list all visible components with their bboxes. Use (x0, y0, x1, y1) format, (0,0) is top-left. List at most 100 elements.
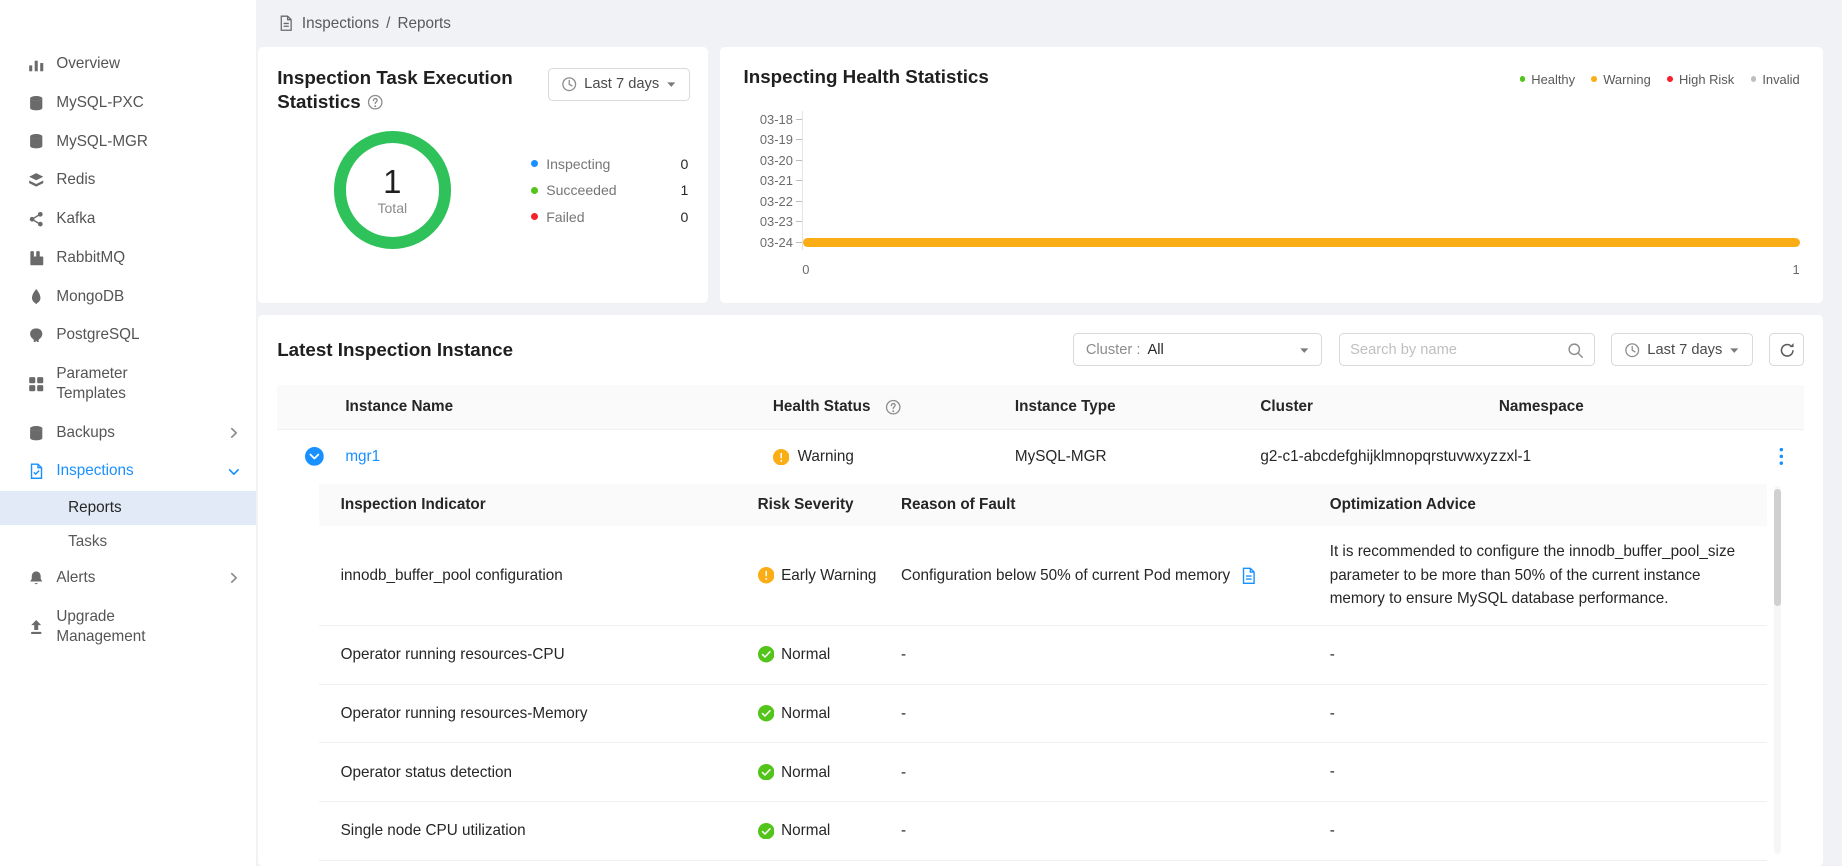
detail-row: innodb_buffer_pool configuration Early W… (319, 526, 1766, 626)
y-tick-label: 03-24 (744, 235, 793, 250)
bar-row: 03-18 (744, 109, 1800, 130)
instance-type-cell: MySQL-MGR (1015, 448, 1261, 465)
legend-item-high-risk: High Risk (1667, 72, 1734, 87)
x-tick-label: 0 (802, 262, 809, 277)
row-actions-menu[interactable] (1779, 447, 1784, 466)
cluster-filter-label: Cluster : (1086, 342, 1141, 358)
normal-status-icon (758, 764, 774, 780)
sidebar-item-label: MySQL-PXC (56, 93, 143, 113)
sidebar: Overview MySQL-PXC MySQL-MGR Redis Kafka… (0, 0, 256, 866)
sidebar-item-overview[interactable]: Overview (0, 45, 256, 84)
table-row[interactable]: mgr1 Warning MySQL-MGR g2-c1-abcdefghijk… (277, 430, 1804, 484)
card-title: Latest Inspection Instance (277, 339, 1056, 361)
reason-cell: - (901, 705, 1330, 722)
donut-legend: Inspecting 0 Succeeded 1 Failed 0 (531, 156, 688, 225)
breadcrumb-page: Reports (397, 15, 450, 32)
sidebar-item-backups[interactable]: Backups (0, 413, 256, 452)
health-stats-card: Inspecting Health Statistics Healthy War… (720, 47, 1823, 303)
indicator-cell: Operator status detection (319, 764, 757, 781)
advice-cell: It is recommended to configure the innod… (1330, 540, 1767, 611)
search-icon[interactable] (1567, 342, 1583, 358)
report-doc-icon[interactable] (1240, 567, 1258, 585)
advice-cell: - (1330, 643, 1767, 667)
y-tick-label: 03-20 (744, 153, 793, 168)
instance-link[interactable]: mgr1 (345, 448, 380, 465)
breadcrumb-section[interactable]: Inspections (302, 15, 379, 32)
detail-row: Operator running resources-CPU Normal - … (319, 626, 1766, 685)
severity-cell: Normal (758, 764, 901, 781)
task-stats-card: Inspection Task Execution Statistics Las… (258, 47, 708, 303)
sidebar-item-mysql-pxc[interactable]: MySQL-PXC (0, 83, 256, 122)
sidebar-item-label: Backups (56, 423, 115, 443)
app-window: Overview MySQL-PXC MySQL-MGR Redis Kafka… (0, 0, 1842, 866)
health-status-text: Warning (798, 448, 854, 465)
sidebar-item-mongodb[interactable]: MongoDB (0, 277, 256, 316)
sidebar-item-label: Parameter Templates (56, 364, 169, 404)
help-icon[interactable] (885, 399, 901, 415)
indicator-cell: Operator running resources-Memory (319, 705, 757, 722)
sidebar-item-label: PostgreSQL (56, 325, 139, 345)
date-range-select[interactable]: Last 7 days (1611, 333, 1753, 366)
chevron-right-icon (228, 572, 240, 584)
sidebar-item-postgresql[interactable]: PostgreSQL (0, 316, 256, 355)
y-tick-label: 03-18 (744, 112, 793, 127)
reason-cell: Configuration below 50% of current Pod m… (901, 567, 1330, 585)
breadcrumb: Inspections / Reports (258, 0, 1823, 47)
refresh-button[interactable] (1769, 333, 1804, 366)
sidebar-item-label: Kafka (56, 209, 95, 229)
sidebar-item-label: Reports (68, 499, 121, 516)
sidebar-item-alerts[interactable]: Alerts (0, 559, 256, 598)
help-icon[interactable] (367, 94, 383, 110)
redis-icon (28, 172, 44, 188)
sidebar-item-upgrade-management[interactable]: Upgrade Management (0, 598, 256, 657)
sidebar-item-label: Inspections (56, 461, 133, 481)
search-input[interactable] (1350, 342, 1559, 358)
sidebar-item-label: MongoDB (56, 287, 124, 307)
scrollbar-thumb[interactable] (1774, 489, 1781, 606)
x-axis: 0 1 (744, 262, 1800, 277)
date-range-select[interactable]: Last 7 days (548, 68, 690, 101)
indicator-cell: Operator running resources-CPU (319, 646, 757, 663)
mysql-icon (28, 95, 44, 111)
legend-dot (1667, 76, 1673, 82)
sidebar-item-redis[interactable]: Redis (0, 161, 256, 200)
severity-cell: Normal (758, 822, 901, 839)
col-header-instance-name: Instance Name (329, 398, 773, 415)
detail-table-header: Inspection Indicator Risk Severity Reaso… (319, 484, 1766, 526)
donut-chart: 1 Total (334, 131, 451, 248)
detail-row: Operator status detection Normal - - (319, 743, 1766, 802)
sidebar-item-tasks[interactable]: Tasks (0, 525, 256, 559)
detail-row: Operator running resources-Memory Normal… (319, 685, 1766, 744)
bar (803, 238, 1799, 247)
sidebar-item-reports[interactable]: Reports (0, 491, 256, 525)
sidebar-item-mysql-mgr[interactable]: MySQL-MGR (0, 122, 256, 161)
date-range-label: Last 7 days (1647, 342, 1722, 358)
sidebar-item-parameter-templates[interactable]: Parameter Templates (0, 355, 256, 414)
severity-cell: Normal (758, 646, 901, 663)
sidebar-item-inspections[interactable]: Inspections (0, 452, 256, 491)
table-header: Instance Name Health Status Instance Typ… (277, 385, 1804, 430)
bar-row: 03-22 (744, 191, 1800, 212)
kafka-icon (28, 211, 44, 227)
sidebar-item-rabbitmq[interactable]: RabbitMQ (0, 238, 256, 277)
sidebar-item-kafka[interactable]: Kafka (0, 200, 256, 239)
bar-row: 03-20 (744, 150, 1800, 171)
detail-scrollbar[interactable] (1774, 486, 1781, 854)
col-header-instance-type: Instance Type (1015, 398, 1261, 415)
card-title: Inspection Task Execution Statistics (277, 66, 528, 115)
sidebar-item-label: Tasks (68, 533, 107, 550)
early-warning-icon (758, 567, 774, 583)
bar-row: 03-24 (744, 232, 1800, 253)
collapse-row-icon[interactable] (305, 447, 324, 466)
normal-status-icon (758, 705, 774, 721)
col-header-health-status: Health Status (773, 398, 1015, 415)
cluster-filter-select[interactable]: Cluster : All (1073, 333, 1322, 366)
legend-value: 0 (680, 156, 688, 172)
legend-dot (531, 187, 538, 194)
y-tick-label: 03-23 (744, 214, 793, 229)
namespace-cell: zxl-1 (1499, 448, 1758, 465)
detail-row: Single node CPU utilization Normal - - (319, 802, 1766, 861)
legend-dot (1751, 76, 1757, 82)
legend-item-healthy: Healthy (1520, 72, 1575, 87)
overview-icon (28, 56, 44, 72)
